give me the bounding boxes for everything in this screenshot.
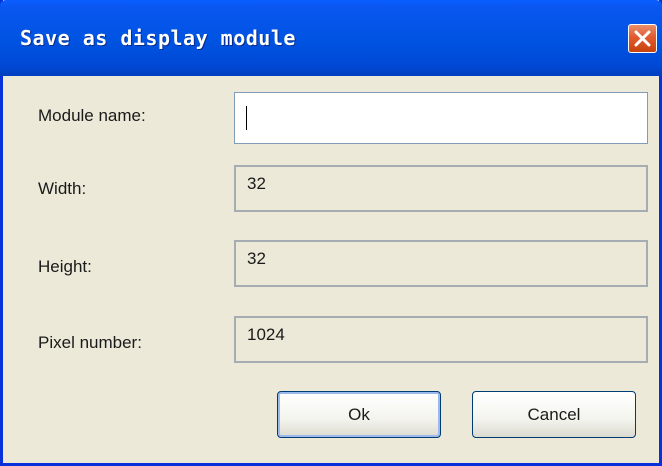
close-icon [634, 30, 651, 47]
text-caret [246, 106, 247, 130]
pixel-number-label: Pixel number: [38, 333, 142, 352]
cancel-button[interactable]: Cancel [472, 391, 636, 438]
dialog-title: Save as display module [20, 26, 296, 50]
ok-button[interactable]: Ok [277, 391, 441, 438]
height-field: 32 [234, 240, 648, 287]
height-label: Height: [38, 257, 92, 276]
module-name-input[interactable] [234, 92, 648, 144]
save-module-dialog: Save as display module Module name: Widt… [0, 0, 662, 466]
module-name-label: Module name: [38, 106, 146, 125]
pixel-number-field: 1024 [234, 316, 648, 363]
close-button[interactable] [628, 24, 657, 53]
title-bar[interactable]: Save as display module [0, 0, 662, 76]
width-label: Width: [38, 179, 87, 198]
width-field: 32 [234, 165, 648, 212]
